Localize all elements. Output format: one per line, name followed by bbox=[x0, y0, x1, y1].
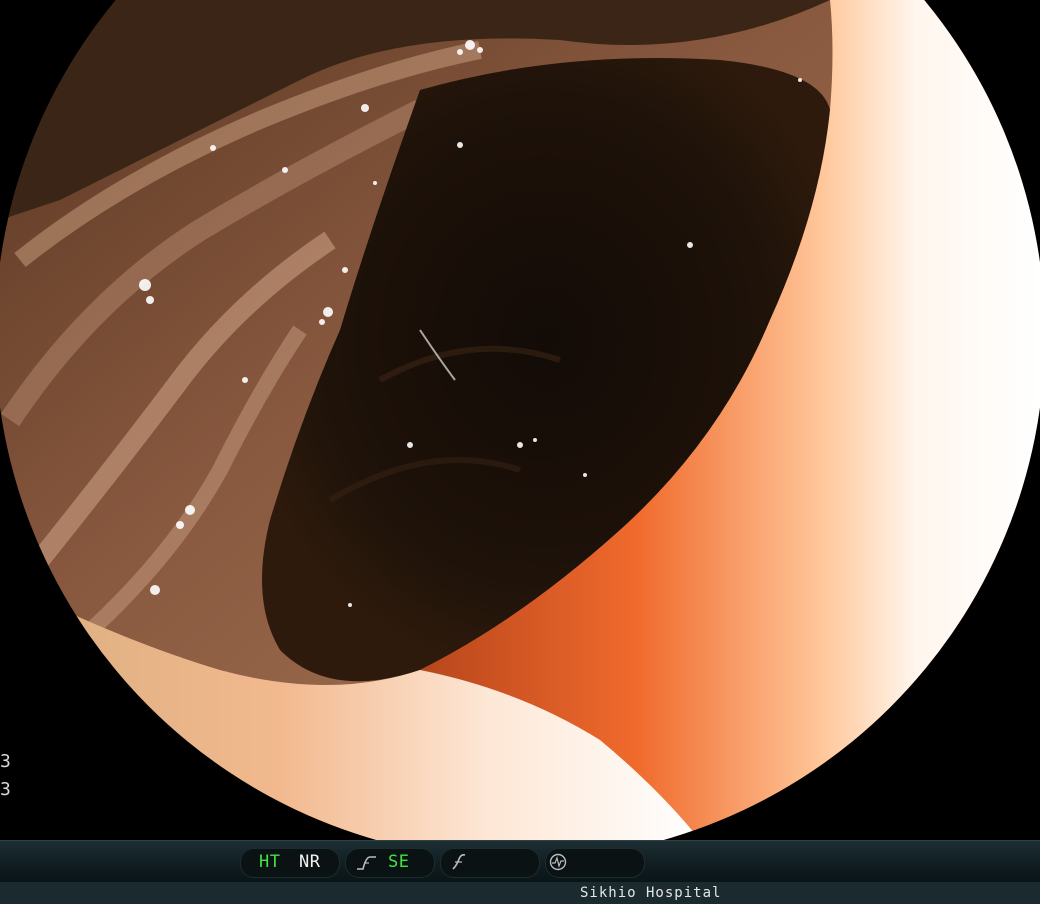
ht-indicator[interactable]: HT bbox=[259, 853, 280, 871]
nr-indicator[interactable]: NR bbox=[299, 853, 320, 871]
endoscopy-view: 3 3 bbox=[0, 0, 1040, 840]
left-edge-mark: 3 bbox=[0, 779, 11, 800]
left-edge-mark: 3 bbox=[0, 751, 11, 772]
waveform-icon bbox=[549, 853, 567, 871]
footer-bar: Sikhio Hospital bbox=[0, 882, 1040, 904]
endoscope-image bbox=[0, 0, 1040, 840]
se-indicator[interactable]: SE bbox=[388, 853, 409, 871]
ht-nr-group[interactable] bbox=[240, 848, 340, 878]
status-toolbar: HT NR SE bbox=[0, 840, 1040, 883]
enhancement-curve-icon bbox=[357, 856, 376, 870]
hospital-name: Sikhio Hospital bbox=[580, 885, 722, 901]
gamma-icon bbox=[452, 854, 466, 870]
